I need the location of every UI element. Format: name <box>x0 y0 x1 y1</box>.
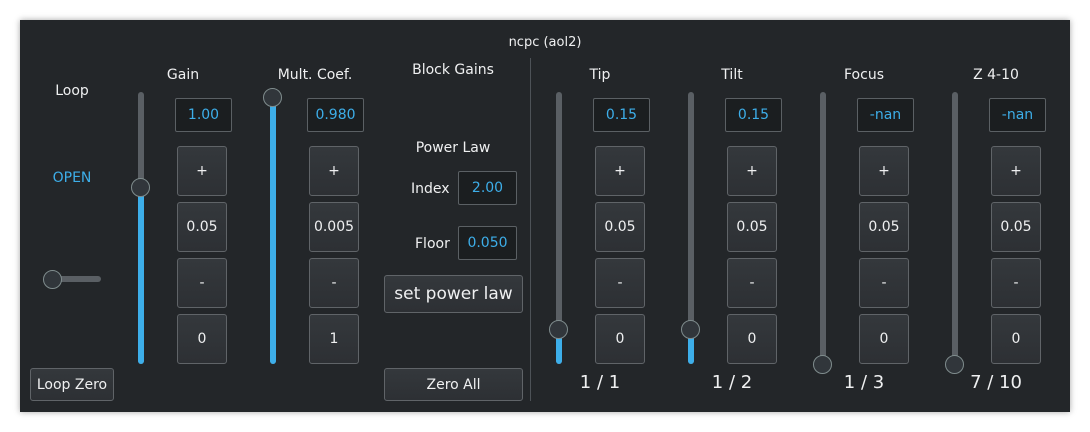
gain-slider[interactable] <box>138 92 144 364</box>
block-tilt-step-button[interactable]: 0.05 <box>727 202 777 252</box>
block-z4-10-label: Z 4-10 <box>973 67 1019 83</box>
loop-slider-handle[interactable] <box>43 270 62 289</box>
gain-slider-fill <box>138 187 144 364</box>
block-focus-label: Focus <box>844 67 884 83</box>
block-tip-step-button[interactable]: 0.05 <box>595 202 645 252</box>
mult-coef-label: Mult. Coef. <box>277 67 353 83</box>
block-tilt-reset-button[interactable]: 0 <box>727 314 777 364</box>
block-z4-10-minus-button[interactable]: - <box>991 258 1041 308</box>
zero-all-button[interactable]: Zero All <box>384 368 523 401</box>
index-value-field[interactable]: 2.00 <box>458 171 517 205</box>
window-title: ncpc (aol2) <box>508 35 582 50</box>
mult-plus-button[interactable]: + <box>309 146 359 196</box>
gain-value-field[interactable]: 1.00 <box>175 98 232 132</box>
section-divider <box>530 58 531 401</box>
mult-coef-slider-handle[interactable] <box>263 88 282 108</box>
floor-label: Floor <box>415 236 450 252</box>
block-focus-step-button[interactable]: 0.05 <box>859 202 909 252</box>
block-focus-slider-handle[interactable] <box>813 355 832 374</box>
block-tip-reset-button[interactable]: 0 <box>595 314 645 364</box>
block-z4-10-plus-button[interactable]: + <box>991 146 1041 196</box>
mult-step-button[interactable]: 0.005 <box>309 202 359 252</box>
mult-coef-slider[interactable] <box>270 92 276 364</box>
mult-minus-button[interactable]: - <box>309 258 359 308</box>
block-tip-fraction: 1 / 1 <box>579 372 621 393</box>
mult-coef-value-field[interactable]: 0.980 <box>307 98 364 132</box>
block-z4-10-value-field[interactable]: -nan <box>989 98 1046 132</box>
loop-label: Loop <box>55 83 89 99</box>
block-gains-title: Block Gains <box>412 62 494 78</box>
gain-minus-button[interactable]: - <box>177 258 227 308</box>
block-focus-value-field[interactable]: -nan <box>857 98 914 132</box>
block-z4-10-slider[interactable] <box>952 92 958 364</box>
gain-step-button[interactable]: 0.05 <box>177 202 227 252</box>
index-label: Index <box>411 181 450 197</box>
block-tilt-minus-button[interactable]: - <box>727 258 777 308</box>
block-tip-plus-button[interactable]: + <box>595 146 645 196</box>
floor-value-field[interactable]: 0.050 <box>458 226 517 260</box>
block-tip-minus-button[interactable]: - <box>595 258 645 308</box>
loop-status: OPEN <box>52 170 92 186</box>
mult-coef-slider-fill <box>270 97 276 364</box>
block-focus-plus-button[interactable]: + <box>859 146 909 196</box>
control-window: ncpc (aol2) Loop OPEN Loop Zero Gain 1.0… <box>20 20 1070 412</box>
gain-slider-handle[interactable] <box>131 178 150 198</box>
block-tip-label: Tip <box>589 67 611 83</box>
block-tilt-fraction: 1 / 2 <box>711 372 753 393</box>
block-focus-minus-button[interactable]: - <box>859 258 909 308</box>
loop-zero-button[interactable]: Loop Zero <box>30 368 114 401</box>
block-focus-reset-button[interactable]: 0 <box>859 314 909 364</box>
block-z4-10-fraction: 7 / 10 <box>970 372 1022 393</box>
block-tilt-slider-handle[interactable] <box>681 319 700 339</box>
block-z4-10-slider-handle[interactable] <box>945 355 964 374</box>
power-law-label: Power Law <box>415 140 491 156</box>
mult-reset-button[interactable]: 1 <box>309 314 359 364</box>
block-focus-slider[interactable] <box>820 92 826 364</box>
block-tilt-label: Tilt <box>721 67 743 83</box>
block-tilt-plus-button[interactable]: + <box>727 146 777 196</box>
block-focus-fraction: 1 / 3 <box>843 372 885 393</box>
set-power-law-button[interactable]: set power law <box>384 275 523 313</box>
block-tilt-value-field[interactable]: 0.15 <box>725 98 782 132</box>
gain-label: Gain <box>166 67 200 83</box>
gain-reset-button[interactable]: 0 <box>177 314 227 364</box>
block-z4-10-reset-button[interactable]: 0 <box>991 314 1041 364</box>
block-z4-10-step-button[interactable]: 0.05 <box>991 202 1041 252</box>
gain-plus-button[interactable]: + <box>177 146 227 196</box>
block-tip-value-field[interactable]: 0.15 <box>593 98 650 132</box>
block-tip-slider-handle[interactable] <box>549 319 568 339</box>
